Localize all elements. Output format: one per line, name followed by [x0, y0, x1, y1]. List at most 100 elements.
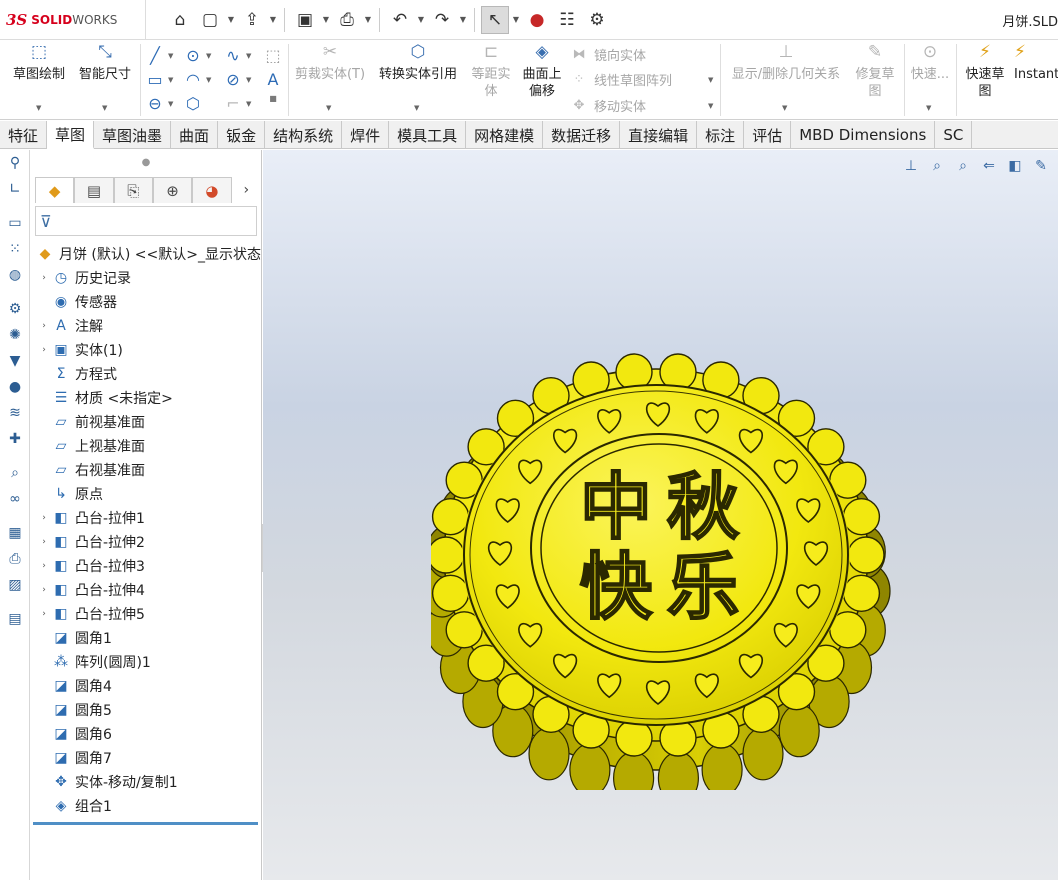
binoculars-icon[interactable]: ∞: [0, 486, 30, 512]
undo-icon[interactable]: ↶: [386, 6, 414, 34]
expand-chevron-icon[interactable]: ›: [37, 321, 51, 331]
open-dropdown-arrow[interactable]: ▼: [268, 15, 278, 24]
display-manager-tab-icon[interactable]: ◕: [192, 177, 232, 203]
tab-11[interactable]: 标注: [697, 121, 745, 149]
ellipse-tool-icon[interactable]: ⊘: [222, 70, 244, 89]
instant2d-button[interactable]: ⚡ Instant: [1014, 44, 1058, 83]
expand-chevron-icon[interactable]: ›: [37, 585, 51, 595]
quick-snaps-dropdown-arrow[interactable]: ▼: [926, 104, 931, 112]
offset-entities-button[interactable]: ⊏ 等距实 体: [466, 44, 516, 100]
spline-tool-icon[interactable]: ∿: [222, 46, 244, 65]
print-icon[interactable]: ⎙: [333, 6, 361, 34]
tree-root-part[interactable]: ◆ 月饼 (默认) <<默认>_显示状态: [31, 242, 261, 266]
construction-geometry-icon[interactable]: ⬚: [262, 46, 284, 65]
expand-chevron-icon[interactable]: ›: [37, 513, 51, 523]
appearance-icon[interactable]: ◍: [0, 262, 30, 288]
arc-tool-icon[interactable]: ◠: [182, 70, 204, 89]
previous-view-icon[interactable]: ⇐: [978, 156, 1000, 176]
ellipse-dropdown-arrow[interactable]: ▼: [246, 76, 251, 84]
tab-12[interactable]: 评估: [744, 121, 792, 149]
sketch-fillet-icon[interactable]: ⌐: [222, 94, 244, 113]
gear-icon[interactable]: ✺: [0, 322, 30, 348]
tree-item[interactable]: › ▣ 实体(1): [31, 338, 261, 362]
tab-3[interactable]: 曲面: [171, 121, 219, 149]
settings-gear-icon[interactable]: ⚙: [0, 296, 30, 322]
quick-snaps-button[interactable]: ⊙ 快速...: [906, 44, 954, 83]
tree-item[interactable]: ◪ 圆角6: [31, 722, 261, 746]
panel-grip-dot[interactable]: ●: [31, 150, 261, 176]
point-tool-icon[interactable]: ■: [262, 94, 284, 103]
mold-icon[interactable]: ▼: [0, 348, 30, 374]
options-gear-icon[interactable]: ⚙: [583, 6, 611, 34]
slot-dropdown-arrow[interactable]: ▼: [168, 100, 173, 108]
dynamic-annotation-icon[interactable]: ✎: [1030, 156, 1052, 176]
tab-5[interactable]: 结构系统: [265, 121, 343, 149]
section-view-icon[interactable]: ◧: [1004, 156, 1026, 176]
tab-2[interactable]: 草图油墨: [94, 121, 172, 149]
tree-item[interactable]: ▱ 右视基准面: [31, 458, 261, 482]
tree-item[interactable]: › ◷ 历史记录: [31, 266, 261, 290]
expand-chevron-icon[interactable]: ›: [37, 561, 51, 571]
smart-dimension-button[interactable]: ⤡ 智能尺寸: [74, 44, 136, 83]
tab-4[interactable]: 钣金: [218, 121, 266, 149]
line-dropdown-arrow[interactable]: ▼: [168, 52, 173, 60]
file-properties-icon[interactable]: ☷: [553, 6, 581, 34]
line-tool-icon[interactable]: ╱: [144, 46, 166, 65]
undo-dropdown-arrow[interactable]: ▼: [416, 15, 426, 24]
tree-item[interactable]: ▱ 前视基准面: [31, 410, 261, 434]
tree-filter-box[interactable]: ⊽: [35, 206, 257, 236]
smart-dimension-dropdown-arrow[interactable]: ▼: [102, 104, 107, 112]
select-pointer-icon[interactable]: ↖: [481, 5, 509, 34]
configuration-manager-tab-icon[interactable]: ⎘: [113, 177, 153, 203]
sketch-dropdown-arrow[interactable]: ▼: [36, 104, 41, 112]
spline-dropdown-arrow[interactable]: ▼: [246, 52, 251, 60]
property-manager-tab-icon[interactable]: ▤: [74, 177, 114, 203]
tree-item[interactable]: › ◧ 凸台-拉伸1: [31, 506, 261, 530]
graphics-area[interactable]: ⊥ ⌕ ⌕ ⇐ ◧ ✎ 中 秋 快 乐: [263, 150, 1058, 880]
polygon-tool-icon[interactable]: ⬡: [182, 94, 204, 113]
zoom-to-area-icon[interactable]: ⌕: [952, 156, 974, 176]
tab-7[interactable]: 模具工具: [389, 121, 467, 149]
redo-dropdown-arrow[interactable]: ▼: [458, 15, 468, 24]
sketch-button[interactable]: ⬚ 草图绘制: [8, 44, 70, 83]
more-tabs-chevron-icon[interactable]: ›: [232, 182, 261, 198]
tree-item[interactable]: › ◧ 凸台-拉伸2: [31, 530, 261, 554]
convert-entities-button[interactable]: ⬡ 转换实体引用: [372, 44, 464, 83]
rollback-bar[interactable]: [33, 822, 258, 825]
zoom-to-fit-icon[interactable]: ⌕: [926, 156, 948, 176]
offset-on-surface-button[interactable]: ◈ 曲面上 偏移: [518, 44, 566, 100]
tree-item[interactable]: ◈ 组合1: [31, 794, 261, 818]
tree-item[interactable]: ▱ 上视基准面: [31, 434, 261, 458]
tree-item[interactable]: › ◧ 凸台-拉伸3: [31, 554, 261, 578]
save-icon[interactable]: ▣: [291, 6, 319, 34]
tree-item[interactable]: Σ 方程式: [31, 362, 261, 386]
tree-item[interactable]: ◪ 圆角7: [31, 746, 261, 770]
slot-tool-icon[interactable]: ⊖: [144, 94, 166, 113]
new-document-dropdown-arrow[interactable]: ▼: [226, 15, 236, 24]
sketch-fillet-dropdown-arrow[interactable]: ▼: [246, 100, 251, 108]
tree-item[interactable]: › ◧ 凸台-拉伸4: [31, 578, 261, 602]
save-dropdown-arrow[interactable]: ▼: [321, 15, 331, 24]
new-document-icon[interactable]: ▢: [196, 6, 224, 34]
print-icon[interactable]: ⎙: [0, 546, 30, 572]
display-manager-icon[interactable]: ▭: [0, 210, 30, 236]
trim-dropdown-arrow[interactable]: ▼: [326, 104, 331, 112]
tree-item[interactable]: ⁂ 阵列(圆周)1: [31, 650, 261, 674]
pattern-dropdown-arrow[interactable]: ▼: [708, 76, 713, 84]
document-icon[interactable]: ▤: [0, 606, 30, 632]
move-entities-button[interactable]: ✥ 移动实体: [570, 96, 646, 115]
tab-6[interactable]: 焊件: [342, 121, 390, 149]
rectangle-dropdown-arrow[interactable]: ▼: [168, 76, 173, 84]
tree-item[interactable]: ◪ 圆角4: [31, 674, 261, 698]
tree-item[interactable]: ◪ 圆角1: [31, 626, 261, 650]
rectangle-tool-icon[interactable]: ▭: [144, 70, 166, 89]
arc-dropdown-arrow[interactable]: ▼: [206, 76, 211, 84]
expand-chevron-icon[interactable]: ›: [37, 537, 51, 547]
tree-item[interactable]: ◪ 圆角5: [31, 698, 261, 722]
expand-chevron-icon[interactable]: ›: [37, 345, 51, 355]
circle-dropdown-arrow[interactable]: ▼: [206, 52, 211, 60]
tab-0[interactable]: 特征: [0, 121, 48, 149]
tree-item[interactable]: ↳ 原点: [31, 482, 261, 506]
view-orientation-icon[interactable]: ⊥: [900, 156, 922, 176]
mirror-entities-button[interactable]: ⧓ 镜向实体: [570, 45, 647, 64]
